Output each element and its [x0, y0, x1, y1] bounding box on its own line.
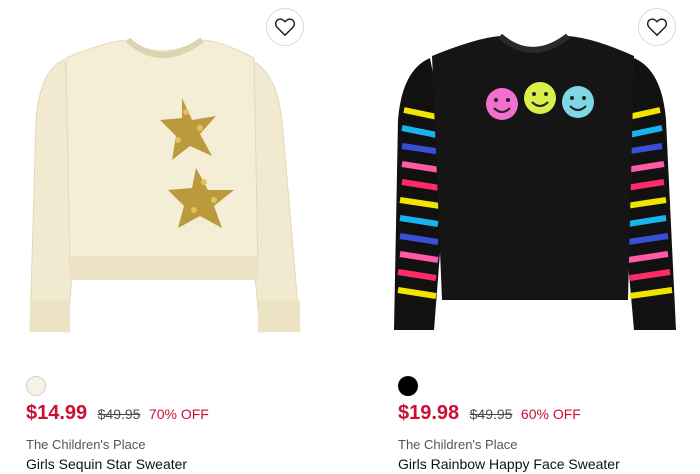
- happy-face-sweater-image: [394, 33, 676, 330]
- discount-label: 60% OFF: [520, 406, 581, 422]
- original-price: $49.95: [469, 406, 513, 422]
- price-row: $19.98 $49.95 60% OFF: [398, 402, 581, 425]
- heart-outline-icon: [274, 18, 296, 37]
- original-price: $49.95: [97, 406, 141, 422]
- sequin-sweater-image: [29, 37, 301, 333]
- product-card[interactable]: $14.99 $49.95 70% OFF The Children's Pla…: [0, 0, 340, 474]
- product-card[interactable]: $19.98 $49.95 60% OFF The Children's Pla…: [372, 0, 700, 474]
- brand-name: The Children's Place: [26, 437, 146, 452]
- discount-label: 70% OFF: [148, 406, 209, 422]
- product-name[interactable]: Girls Sequin Star Sweater: [26, 456, 187, 472]
- sale-price: $14.99: [26, 402, 88, 424]
- sale-price: $19.98: [398, 402, 460, 424]
- favorite-button[interactable]: [638, 8, 676, 46]
- favorite-button[interactable]: [266, 8, 304, 46]
- product-name[interactable]: Girls Rainbow Happy Face Sweater: [398, 456, 620, 472]
- brand-name: The Children's Place: [398, 437, 518, 452]
- heart-outline-icon: [646, 18, 668, 37]
- price-row: $14.99 $49.95 70% OFF: [26, 402, 209, 425]
- product-image[interactable]: [372, 0, 700, 360]
- color-swatch[interactable]: [398, 376, 418, 396]
- color-swatch[interactable]: [26, 376, 46, 396]
- product-image[interactable]: [0, 0, 340, 360]
